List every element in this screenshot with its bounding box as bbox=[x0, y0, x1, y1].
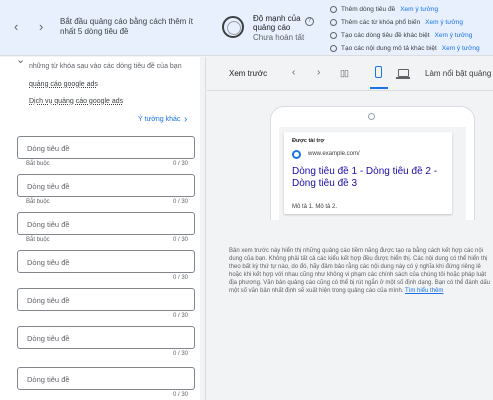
collapse-icon[interactable]: ⌄ bbox=[16, 57, 25, 66]
char-count: 0 / 30 bbox=[172, 351, 188, 357]
ad-strength-status: Chưa hoàn tất bbox=[253, 33, 305, 42]
see-ideas-link[interactable]: Xem ý tưởng bbox=[400, 6, 438, 13]
char-count: 0 / 30 bbox=[172, 275, 188, 281]
required-label: Bắt buộc bbox=[26, 237, 50, 243]
char-count: 0 / 30 bbox=[172, 392, 188, 398]
required-label: Bắt buộc bbox=[26, 161, 50, 167]
disclaimer-text: Bản xem trước này hiển thị những quảng c… bbox=[229, 248, 491, 294]
strength-prompt: Bắt đầu quảng cáo bằng cách thêm ít nhất… bbox=[60, 17, 193, 36]
headline-input[interactable]: Dòng tiêu đề bbox=[17, 367, 195, 390]
required-label: Bắt buộc bbox=[26, 199, 50, 205]
keyword-suggestion[interactable]: Dịch vụ quảng cáo google ads bbox=[29, 98, 123, 105]
headline-input[interactable]: Dòng tiêu đề bbox=[17, 250, 195, 273]
headline-placeholder: Dòng tiêu đề bbox=[27, 144, 70, 153]
chevron-right-icon[interactable]: › bbox=[184, 114, 187, 125]
phone-screen: Được tài trợ www.example.com/ Dòng tiêu … bbox=[279, 127, 466, 221]
radio-icon[interactable] bbox=[330, 45, 337, 52]
suggestion-text: Tạo các dòng tiêu đề khác biệt bbox=[341, 32, 430, 39]
headline-input[interactable]: Dòng tiêu đề bbox=[17, 174, 195, 197]
headline-placeholder: Dòng tiêu đề bbox=[27, 258, 70, 267]
ad-strength-bar: ‹ › Bắt đầu quảng cáo bằng cách thêm ít … bbox=[0, 0, 493, 56]
headline-meta: Bắt buộc 0 / 30 bbox=[26, 161, 188, 167]
ad-headline: Dòng tiêu đề 1 - Dòng tiêu đề 2 - Dòng t… bbox=[292, 166, 438, 189]
globe-icon bbox=[292, 150, 301, 159]
display-url: www.example.com/ bbox=[308, 151, 360, 157]
highlight-toggle-label[interactable]: Làm nổi bật quảng c bbox=[425, 69, 493, 78]
char-count: 0 / 30 bbox=[172, 313, 188, 319]
sponsored-label: Được tài trợ bbox=[292, 138, 325, 144]
ad-strength-label: Độ mạnh của quảng cáo bbox=[253, 14, 301, 32]
grid-view-icon[interactable]: ▯▯ bbox=[340, 67, 349, 79]
char-count: 0 / 30 bbox=[172, 199, 188, 205]
ad-preview-card: Được tài trợ www.example.com/ Dòng tiêu … bbox=[284, 132, 452, 214]
suggestion-text: Tạo các nội dung mô tả khác biệt bbox=[341, 45, 437, 52]
suggestion-item: Tạo các dòng tiêu đề khác biệt Xem ý tưở… bbox=[330, 29, 493, 42]
suggestion-item: Thêm các từ khóa phổ biến Xem ý tưởng bbox=[330, 16, 493, 29]
radio-icon[interactable] bbox=[330, 6, 337, 13]
suggestion-list: Thêm dòng tiêu đề Xem ý tưởng Thêm các t… bbox=[330, 3, 493, 55]
char-count: 0 / 30 bbox=[172, 237, 188, 243]
chevron-right-icon[interactable]: › bbox=[39, 19, 43, 35]
keyword-suggestion[interactable]: quảng cáo google ads bbox=[29, 81, 98, 88]
suggestion-item: Thêm dòng tiêu đề Xem ý tưởng bbox=[330, 3, 493, 16]
headline-meta: Bắt buộc 0 / 30 bbox=[26, 237, 188, 243]
more-ideas-link[interactable]: Ý tưởng khác bbox=[138, 116, 180, 123]
chevron-right-icon[interactable]: › bbox=[317, 67, 320, 79]
see-ideas-link[interactable]: Xem ý tưởng bbox=[442, 45, 480, 52]
help-icon[interactable]: ? bbox=[305, 17, 314, 26]
learn-more-link[interactable]: Tìm hiểu thêm bbox=[405, 288, 443, 294]
headline-meta: Bắt buộc 0 / 30 bbox=[26, 199, 188, 205]
chevron-left-icon[interactable]: ‹ bbox=[14, 19, 18, 35]
chevron-left-icon[interactable]: ‹ bbox=[292, 67, 295, 79]
ad-strength-ring bbox=[222, 16, 244, 38]
headline-input[interactable]: Dòng tiêu đề bbox=[17, 288, 195, 311]
desktop-icon[interactable] bbox=[396, 69, 410, 79]
active-tab-indicator bbox=[370, 87, 388, 89]
headline-input[interactable]: Dòng tiêu đề bbox=[17, 212, 195, 235]
preview-panel: Xem trước ‹ › ▯▯ Làm nổi bật quảng c Đượ… bbox=[207, 57, 493, 400]
phone-frame: Được tài trợ www.example.com/ Dòng tiêu … bbox=[270, 106, 475, 221]
ad-description: Mô tả 1. Mô tả 2. bbox=[292, 204, 338, 210]
speaker-icon bbox=[368, 113, 375, 120]
scrollbar[interactable] bbox=[200, 57, 205, 400]
preview-title: Xem trước bbox=[229, 69, 268, 78]
mobile-icon[interactable] bbox=[375, 66, 382, 78]
radio-icon[interactable] bbox=[330, 19, 337, 26]
suggestion-item: Tạo các nội dung mô tả khác biệt Xem ý t… bbox=[330, 42, 493, 55]
see-ideas-link[interactable]: Xem ý tưởng bbox=[435, 32, 473, 39]
headline-placeholder: Dòng tiêu đề bbox=[27, 220, 70, 229]
headline-placeholder: Dòng tiêu đề bbox=[27, 334, 70, 343]
radio-icon[interactable] bbox=[330, 32, 337, 39]
keyword-intro: những từ khóa sau vào các dòng tiêu đề c… bbox=[29, 63, 182, 70]
preview-toolbar: Xem trước ‹ › ▯▯ Làm nổi bật quảng c bbox=[207, 57, 493, 91]
headline-placeholder: Dòng tiêu đề bbox=[27, 296, 70, 305]
see-ideas-link[interactable]: Xem ý tưởng bbox=[425, 19, 463, 26]
headline-input[interactable]: Dòng tiêu đề bbox=[17, 136, 195, 159]
preview-disclaimer: Bản xem trước này hiển thị những quảng c… bbox=[229, 247, 493, 295]
char-count: 0 / 30 bbox=[172, 161, 188, 167]
suggestion-text: Thêm dòng tiêu đề bbox=[341, 6, 396, 13]
headline-input[interactable]: Dòng tiêu đề bbox=[17, 326, 195, 349]
headlines-panel: ⌄ những từ khóa sau vào các dòng tiêu đề… bbox=[0, 57, 206, 400]
headline-placeholder: Dòng tiêu đề bbox=[27, 375, 70, 384]
suggestion-text: Thêm các từ khóa phổ biến bbox=[341, 19, 421, 26]
headline-placeholder: Dòng tiêu đề bbox=[27, 182, 70, 191]
